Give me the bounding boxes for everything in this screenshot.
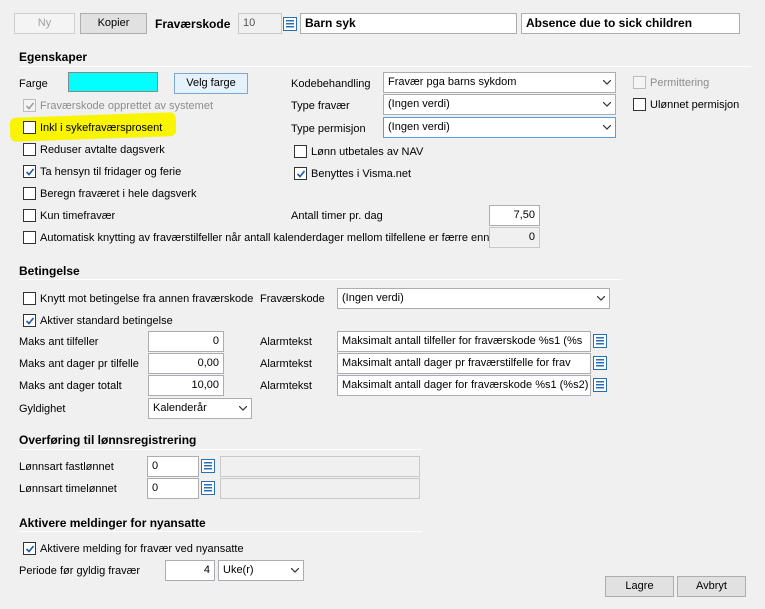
layoff-checkbox[interactable] — [633, 76, 646, 89]
incl-sick-pct-checkbox[interactable] — [23, 121, 36, 134]
fixed-wage-name-field — [220, 456, 420, 477]
leave-type-select[interactable]: (Ingen verdi) — [383, 117, 616, 138]
validity-select[interactable]: Kalenderår — [148, 398, 252, 419]
hourly-wage-label: Lønnsart timelønnet — [19, 483, 117, 495]
full-workday-label: Beregn fraværet i hele dagsverk — [40, 188, 197, 200]
leave-type-label: Type permisjon — [291, 123, 366, 135]
name-field[interactable]: Barn syk — [300, 13, 517, 34]
created-by-system-checkbox[interactable] — [23, 99, 36, 112]
list-icon[interactable] — [201, 481, 215, 495]
color-label: Farge — [19, 78, 48, 90]
hour-only-checkbox[interactable] — [23, 209, 36, 222]
activate-notify-label: Aktivere melding for fravær ved nyansatt… — [40, 543, 244, 555]
absence-code-label: Fraværskode — [260, 293, 325, 305]
created-by-system-label: Fraværskode opprettet av systemet — [40, 100, 214, 112]
period-unit-select[interactable]: Uke(r) — [218, 560, 304, 581]
alarm-text-label: Alarmtekst — [260, 336, 312, 348]
list-icon[interactable] — [593, 356, 607, 370]
code-handling-label: Kodebehandling — [291, 78, 371, 90]
nav-pay-checkbox[interactable] — [294, 145, 307, 158]
validity-label: Gyldighet — [19, 403, 66, 415]
condition-separator — [19, 279, 621, 280]
hour-only-label: Kun timefravær — [40, 210, 116, 222]
reduce-workday-label: Reduser avtalte dagsverk — [40, 144, 165, 156]
max-days-total-label: Maks ant dager totalt — [19, 380, 122, 392]
max-cases-field[interactable]: 0 — [148, 331, 224, 352]
code-label: Fraværskode — [155, 17, 231, 31]
notify-section-title: Aktivere meldinger for nyansatte — [19, 516, 206, 530]
code-handling-select[interactable]: Fravær pga barns sykdom — [383, 72, 616, 93]
hourly-wage-field[interactable]: 0 — [147, 478, 199, 499]
incl-sick-pct-label: Inkl i sykefraværsprosent — [40, 122, 163, 134]
absence-type-label: Type fravær — [291, 100, 350, 112]
fixed-wage-label: Lønnsart fastlønnet — [19, 461, 114, 473]
chevron-down-icon — [239, 406, 247, 411]
activate-standard-label: Aktiver standard betingelse — [40, 315, 173, 327]
chevron-down-icon — [603, 102, 611, 107]
alarm-text-field[interactable]: Maksimalt antall dager pr fraværstilfell… — [337, 353, 591, 374]
alarm-text-label: Alarmtekst — [260, 380, 312, 392]
auto-link-label: Automatisk knytting av fraværstilfeller … — [40, 232, 490, 244]
english-name-field[interactable]: Absence due to sick children — [521, 13, 740, 34]
transfer-separator — [19, 449, 422, 450]
hourly-wage-name-field — [220, 478, 420, 499]
reduce-workday-checkbox[interactable] — [23, 143, 36, 156]
max-days-per-case-label: Maks ant dager pr tilfelle — [19, 358, 139, 370]
unpaid-leave-checkbox[interactable] — [633, 98, 646, 111]
code-field[interactable]: 10 — [238, 13, 282, 34]
max-days-per-case-field[interactable]: 0,00 — [148, 353, 224, 374]
condition-section-title: Betingelse — [19, 264, 80, 278]
chevron-down-icon — [291, 568, 299, 573]
auto-link-checkbox[interactable] — [23, 231, 36, 244]
auto-link-field[interactable]: 0 — [489, 227, 540, 248]
alarm-text-field[interactable]: Maksimalt antall dager for fraværskode %… — [337, 375, 591, 396]
visma-checkbox[interactable] — [294, 167, 307, 180]
period-label: Periode før gyldig fravær — [19, 565, 141, 577]
period-field[interactable]: 4 — [165, 560, 215, 581]
list-icon[interactable] — [283, 17, 297, 31]
link-other-label: Knytt mot betingelse fra annen fraværsko… — [40, 293, 254, 305]
activate-notify-checkbox[interactable] — [23, 542, 36, 555]
copy-button[interactable]: Kopier — [80, 13, 147, 34]
list-icon[interactable] — [593, 378, 607, 392]
alarm-text-label: Alarmtekst — [260, 358, 312, 370]
full-workday-checkbox[interactable] — [23, 187, 36, 200]
fixed-wage-field[interactable]: 0 — [147, 456, 199, 477]
properties-separator — [19, 66, 751, 67]
activate-standard-checkbox[interactable] — [23, 314, 36, 327]
consider-holidays-label: Ta hensyn til fridager og ferie — [40, 166, 182, 178]
hours-per-day-field[interactable]: 7,50 — [489, 205, 540, 226]
consider-holidays-checkbox[interactable] — [23, 165, 36, 178]
new-button[interactable]: Ny — [14, 13, 75, 34]
chevron-down-icon — [603, 80, 611, 85]
max-days-total-field[interactable]: 10,00 — [148, 375, 224, 396]
max-cases-label: Maks ant tilfeller — [19, 336, 99, 348]
color-swatch[interactable] — [68, 72, 158, 92]
absence-type-select[interactable]: (Ingen verdi) — [383, 94, 616, 115]
nav-pay-label: Lønn utbetales av NAV — [311, 146, 424, 158]
properties-section-title: Egenskaper — [19, 50, 88, 64]
absence-code-select[interactable]: (Ingen verdi) — [337, 288, 610, 309]
cancel-button[interactable]: Avbryt — [677, 576, 746, 597]
list-icon[interactable] — [593, 334, 607, 348]
alarm-text-field[interactable]: Maksimalt antall tilfeller for fraværsko… — [337, 331, 591, 352]
choose-color-button[interactable]: Velg farge — [174, 73, 248, 94]
chevron-down-icon — [597, 296, 605, 301]
unpaid-leave-label: Ulønnet permisjon — [650, 99, 740, 111]
visma-label: Benyttes i Visma.net — [311, 168, 412, 180]
save-button[interactable]: Lagre — [605, 576, 674, 597]
layoff-label: Permittering — [650, 77, 710, 89]
hours-per-day-label: Antall timer pr. dag — [291, 210, 383, 222]
transfer-section-title: Overføring til lønnsregistrering — [19, 433, 197, 447]
list-icon[interactable] — [201, 459, 215, 473]
notify-separator — [19, 531, 422, 532]
chevron-down-icon — [603, 125, 611, 130]
link-other-checkbox[interactable] — [23, 292, 36, 305]
